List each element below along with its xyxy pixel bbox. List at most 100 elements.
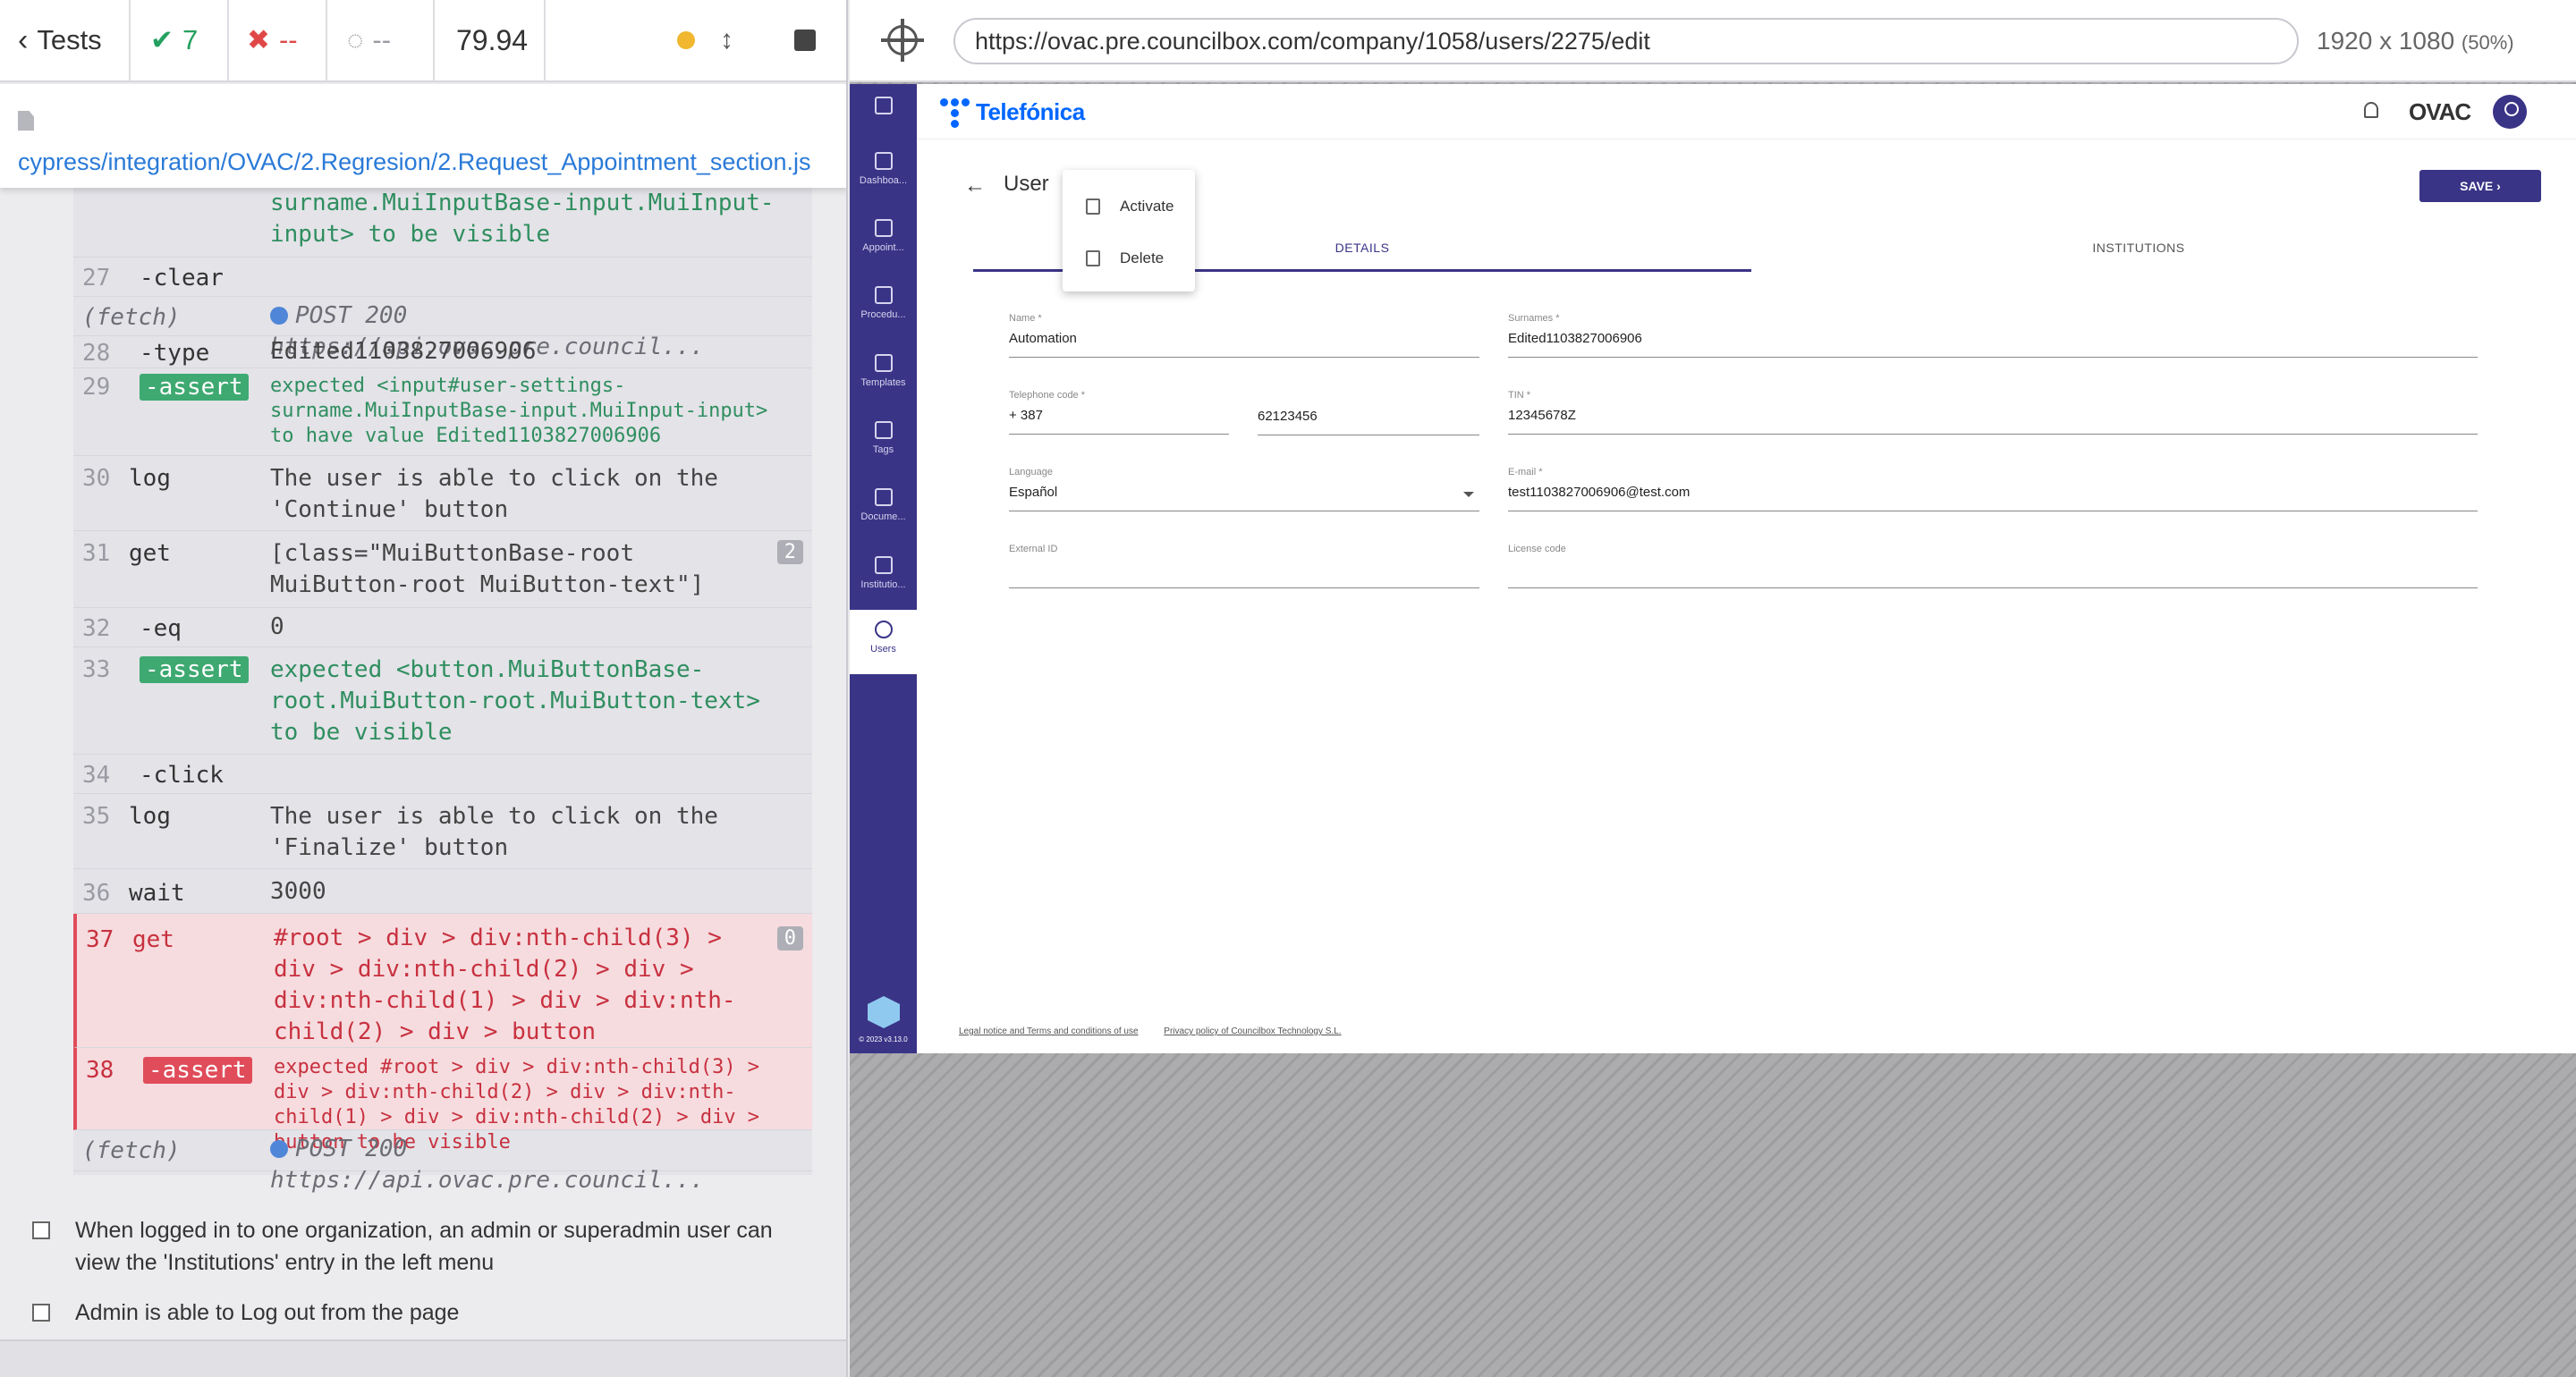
save-button[interactable]: SAVE › <box>2419 170 2541 202</box>
command-name: get <box>129 540 171 567</box>
sidebar-item-templates[interactable]: Templates <box>850 349 917 408</box>
command-name: log <box>129 803 171 830</box>
phone-input[interactable]: 62123456 <box>1258 409 1479 435</box>
surnames-input[interactable]: Edited1103827006906 <box>1508 331 2478 358</box>
legal-notice-link[interactable]: Legal notice and Terms and conditions of… <box>959 1026 1139 1036</box>
scroll-toggle-icon[interactable]: ↕ <box>720 25 733 55</box>
app-topbar: Telefónica OVAC <box>917 84 2576 139</box>
license-code-field[interactable]: License code <box>1508 544 2478 588</box>
external-id-input[interactable] <box>1009 562 1479 588</box>
url-bar: https://ovac.pre.councilbox.com/company/… <box>850 0 2576 82</box>
command-row[interactable]: 28 -type Edited1103827006906 <box>73 336 812 368</box>
command-number: 37 <box>86 926 114 953</box>
command-row[interactable]: 35 log The user is able to click on the … <box>73 794 812 869</box>
external-id-field[interactable]: External ID <box>1009 544 1479 588</box>
fetch-dot-icon <box>270 307 288 325</box>
tin-field[interactable]: TIN * 12345678Z <box>1508 390 2478 435</box>
email-input[interactable]: test1103827006906@test.com <box>1508 485 2478 511</box>
document-icon <box>874 488 893 506</box>
telephone-code-input[interactable]: + 387 <box>1009 408 1229 435</box>
sidebar-item-users[interactable]: Users <box>850 610 917 674</box>
email-field[interactable]: E-mail * test1103827006906@test.com <box>1508 467 2478 511</box>
surnames-field[interactable]: Surnames * Edited1103827006906 <box>1508 313 2478 358</box>
user-avatar-icon[interactable] <box>2493 95 2527 129</box>
url-display[interactable]: https://ovac.pre.councilbox.com/company/… <box>953 18 2299 64</box>
copy-icon <box>874 354 893 372</box>
command-number: 33 <box>82 656 111 683</box>
viewport-scale: (50%) <box>2461 31 2514 54</box>
ovac-logo: OVAC <box>2409 98 2471 125</box>
command-name: -click <box>140 762 224 789</box>
command-number: 30 <box>82 465 111 492</box>
sidebar-label: Templates <box>860 377 906 388</box>
language-value[interactable]: Español <box>1009 485 1479 511</box>
field-label: License code <box>1508 544 1566 554</box>
spec-path-link[interactable]: cypress/integration/OVAC/2.Regresion/2.R… <box>0 84 846 188</box>
back-arrow-icon[interactable]: ← <box>964 173 986 199</box>
sidebar-item-appointments[interactable]: Appoint... <box>850 214 917 273</box>
app-under-test-panel: https://ovac.pre.councilbox.com/company/… <box>850 0 2576 1377</box>
tests-back-button[interactable]: ‹ Tests <box>0 0 131 81</box>
menu-item-activate[interactable]: Activate <box>1063 182 1195 231</box>
menu-item-delete[interactable]: Delete <box>1063 234 1195 283</box>
checkbox-icon <box>32 1221 50 1239</box>
command-message: 0 <box>270 613 284 640</box>
name-field[interactable]: Name * Automation <box>1009 313 1479 358</box>
command-name: -assert <box>140 374 249 401</box>
test-item[interactable]: Admin is able to Log out from the page <box>32 1297 809 1329</box>
check-icon: ✔ <box>150 24 174 55</box>
sidebar-item-documents[interactable]: Docume... <box>850 483 917 542</box>
command-row[interactable]: 31 get [class="MuiButtonBase-root MuiBut… <box>73 531 812 608</box>
telephone-code-field[interactable]: Telephone code * + 387 <box>1009 390 1229 435</box>
sidebar-label: Docume... <box>860 511 906 522</box>
privacy-policy-link[interactable]: Privacy policy of Councilbox Technology … <box>1164 1026 1341 1036</box>
cypress-reporter: ‹ Tests ✔ 7 ✖ -- ◌ -- 79.94 ↕ cypress/in… <box>0 0 848 1377</box>
command-row[interactable]: 34 -click <box>73 755 812 794</box>
chevron-left-icon: ‹ <box>18 22 29 57</box>
calendar-icon <box>874 219 893 237</box>
command-name: -type <box>140 340 210 367</box>
field-label: External ID <box>1009 544 1058 554</box>
command-number: 38 <box>86 1057 114 1084</box>
telefonica-logo-icon <box>938 97 974 132</box>
sidebar-item-home[interactable] <box>850 91 917 150</box>
tests-label: Tests <box>37 24 102 55</box>
pending-circle-icon: ◌ <box>347 24 364 55</box>
command-row[interactable]: 33 -assert expected <button.MuiButtonBas… <box>73 647 812 755</box>
checkbox-icon <box>32 1304 50 1322</box>
command-number: 29 <box>82 374 111 401</box>
command-row[interactable]: 32 -eq 0 <box>73 608 812 647</box>
sidebar-item-dashboard[interactable]: Dashboa... <box>850 147 917 206</box>
phone-field[interactable]: 62123456 <box>1258 390 1479 435</box>
sidebar-item-tags[interactable]: Tags <box>850 416 917 475</box>
name-input[interactable]: Automation <box>1009 331 1479 358</box>
tab-institutions[interactable]: INSTITUTIONS <box>1751 234 2526 272</box>
command-message: [class="MuiButtonBase-root MuiButton-roo… <box>270 540 705 598</box>
file-icon <box>18 111 34 131</box>
element-count-badge: 0 <box>776 926 803 950</box>
lock-open-icon <box>1086 199 1100 215</box>
command-row-failed[interactable]: 37 get #root > div > div:nth-child(3) > … <box>73 914 812 1048</box>
sidebar-label: Appoint... <box>862 242 904 253</box>
command-row[interactable]: 36 wait 3000 <box>73 869 812 914</box>
license-code-input[interactable] <box>1508 562 2478 588</box>
command-row[interactable]: 30 log The user is able to click on the … <box>73 456 812 531</box>
language-select[interactable]: Language Español <box>1009 467 1479 511</box>
command-row[interactable]: (fetch) POST 200 https://api.ovac.pre.co… <box>73 1130 812 1194</box>
building-icon <box>874 556 893 574</box>
selector-playground-crosshair-icon[interactable] <box>881 19 924 62</box>
test-item[interactable]: When logged in to one organization, an a… <box>32 1214 809 1279</box>
command-row[interactable]: surname.MuiInputBase-input.MuiInput-inpu… <box>73 188 812 258</box>
menu-item-label: Activate <box>1120 198 1174 215</box>
app-sidebar: Dashboa... Appoint... Procedu... Templat… <box>850 84 917 1053</box>
bell-icon[interactable] <box>2364 102 2378 118</box>
sidebar-item-procedures[interactable]: Procedu... <box>850 281 917 340</box>
command-row[interactable]: (fetch) POST 200 https://api.ovac.pre.co… <box>73 297 812 360</box>
command-row[interactable]: 27 -clear <box>73 258 812 297</box>
tin-input[interactable]: 12345678Z <box>1508 408 2478 435</box>
stop-icon[interactable] <box>794 30 816 51</box>
command-row-failed[interactable]: 38 -assert expected #root > div > div:nt… <box>73 1048 812 1153</box>
command-row[interactable]: 29 -assert expected <input#user-settings… <box>73 368 812 456</box>
stats-bar: ‹ Tests ✔ 7 ✖ -- ◌ -- 79.94 ↕ <box>0 0 846 82</box>
sidebar-item-institutions[interactable]: Institutio... <box>850 551 917 610</box>
